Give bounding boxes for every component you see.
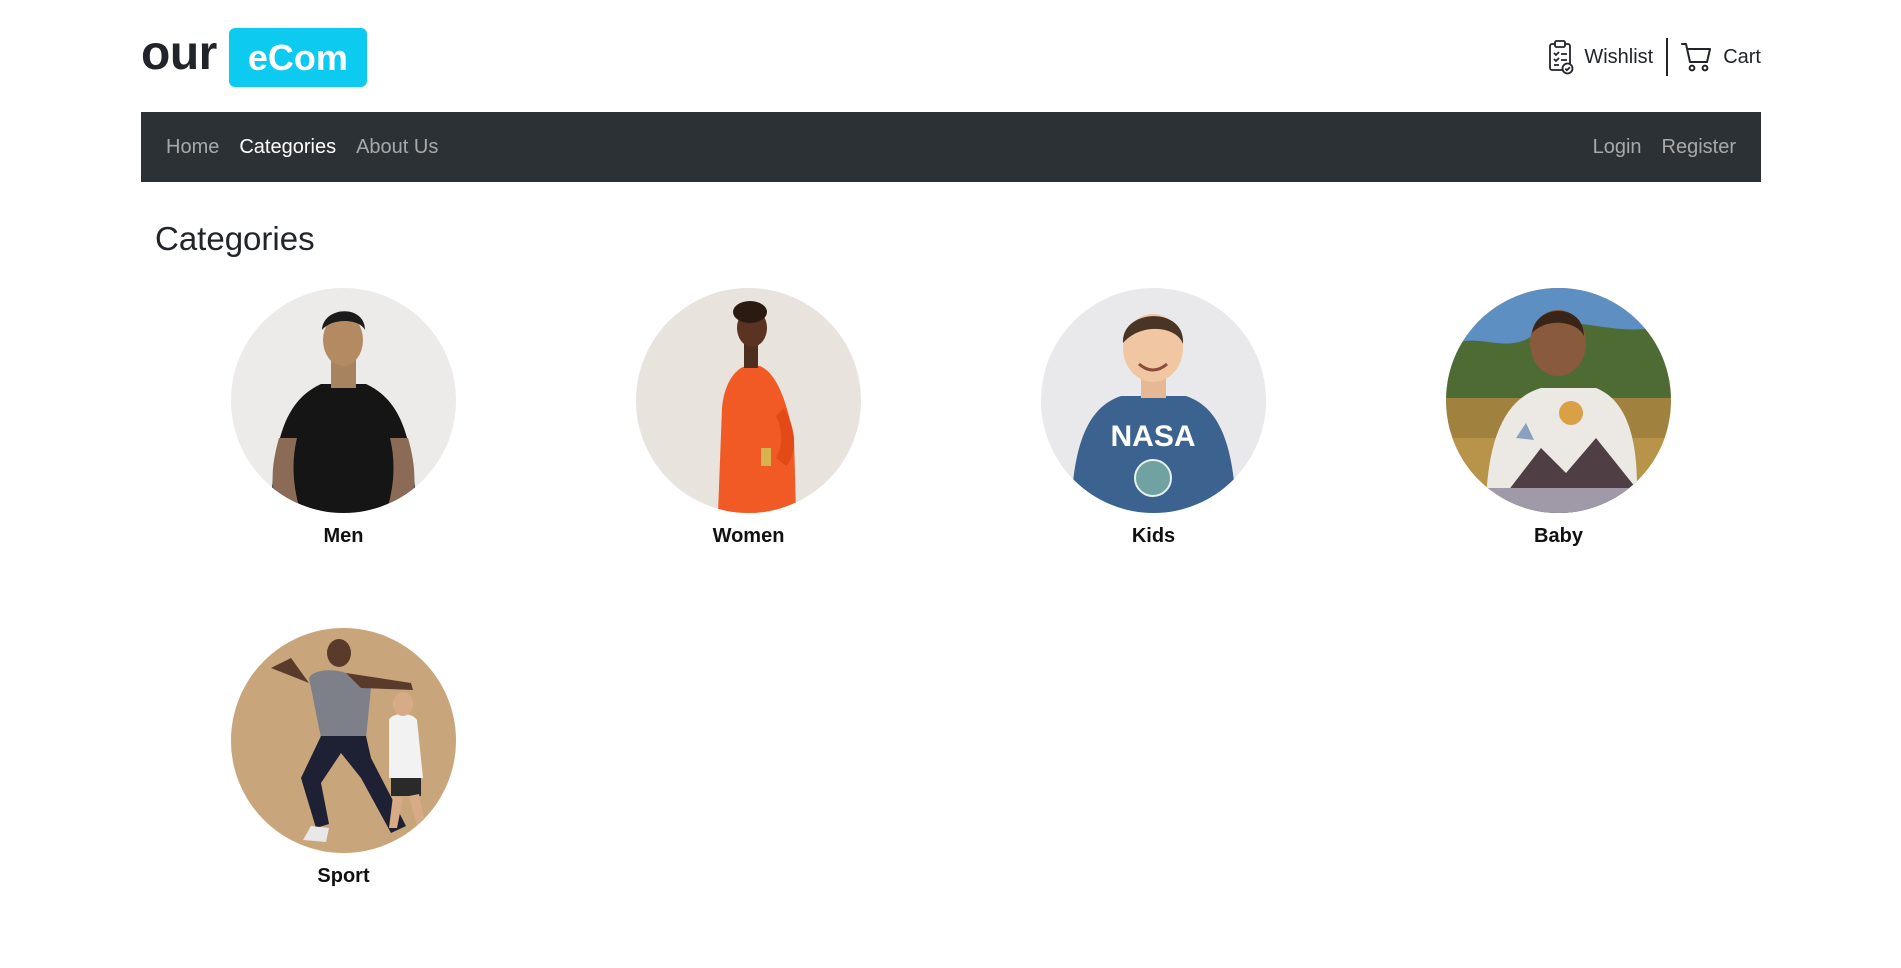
wishlist-link[interactable]: Wishlist <box>1547 39 1653 75</box>
category-card-men[interactable]: Men <box>141 288 546 628</box>
nav-categories[interactable]: Categories <box>239 136 336 159</box>
category-card-kids[interactable]: NASA Kids <box>951 288 1356 628</box>
men-athletic-wear-photo[interactable] <box>231 628 456 853</box>
category-name-kids: Kids <box>1131 525 1176 547</box>
nav-register[interactable]: Register <box>1662 136 1736 159</box>
category-name-men: Men <box>323 525 364 547</box>
man-black-tshirt-photo[interactable] <box>231 288 456 513</box>
nav-home[interactable]: Home <box>166 136 219 159</box>
category-name-women: Women <box>712 525 785 547</box>
wishlist-label: Wishlist <box>1584 45 1654 68</box>
category-card-baby[interactable]: Baby <box>1356 288 1761 628</box>
nav-login[interactable]: Login <box>1593 136 1642 159</box>
header-actions: Wishlist Cart <box>1547 38 1761 76</box>
cart-label: Cart <box>1723 45 1761 68</box>
main-navbar: Home Categories About Us Login Register <box>141 112 1761 182</box>
boy-nasa-tshirt-photo[interactable]: NASA <box>1041 288 1266 513</box>
clipboard-check-icon <box>1547 39 1575 75</box>
page-title: Categories <box>155 220 315 257</box>
baby-sweater-field-photo[interactable] <box>1446 288 1671 513</box>
header-divider <box>1666 38 1669 76</box>
cart-link[interactable]: Cart <box>1680 40 1761 74</box>
category-name-baby: Baby <box>1534 525 1583 547</box>
category-name-sport: Sport <box>317 865 370 887</box>
site-logo[interactable]: our eCom <box>141 28 367 87</box>
woman-orange-dress-photo[interactable] <box>636 288 861 513</box>
logo-badge: eCom <box>228 28 367 87</box>
nav-left: Home Categories About Us <box>166 136 458 159</box>
category-card-sport[interactable]: Sport <box>141 628 546 968</box>
site-header: our eCom Wishlist Cart <box>141 0 1761 112</box>
logo-text: our <box>141 26 217 80</box>
category-grid: Men Women NASA Kids Baby Sport <box>141 288 1761 968</box>
nav-right: Login Register <box>1573 136 1736 159</box>
category-card-women[interactable]: Women <box>546 288 951 628</box>
cart-icon <box>1680 40 1714 74</box>
svg-text:NASA: NASA <box>1110 420 1195 453</box>
nav-about-us[interactable]: About Us <box>356 136 438 159</box>
